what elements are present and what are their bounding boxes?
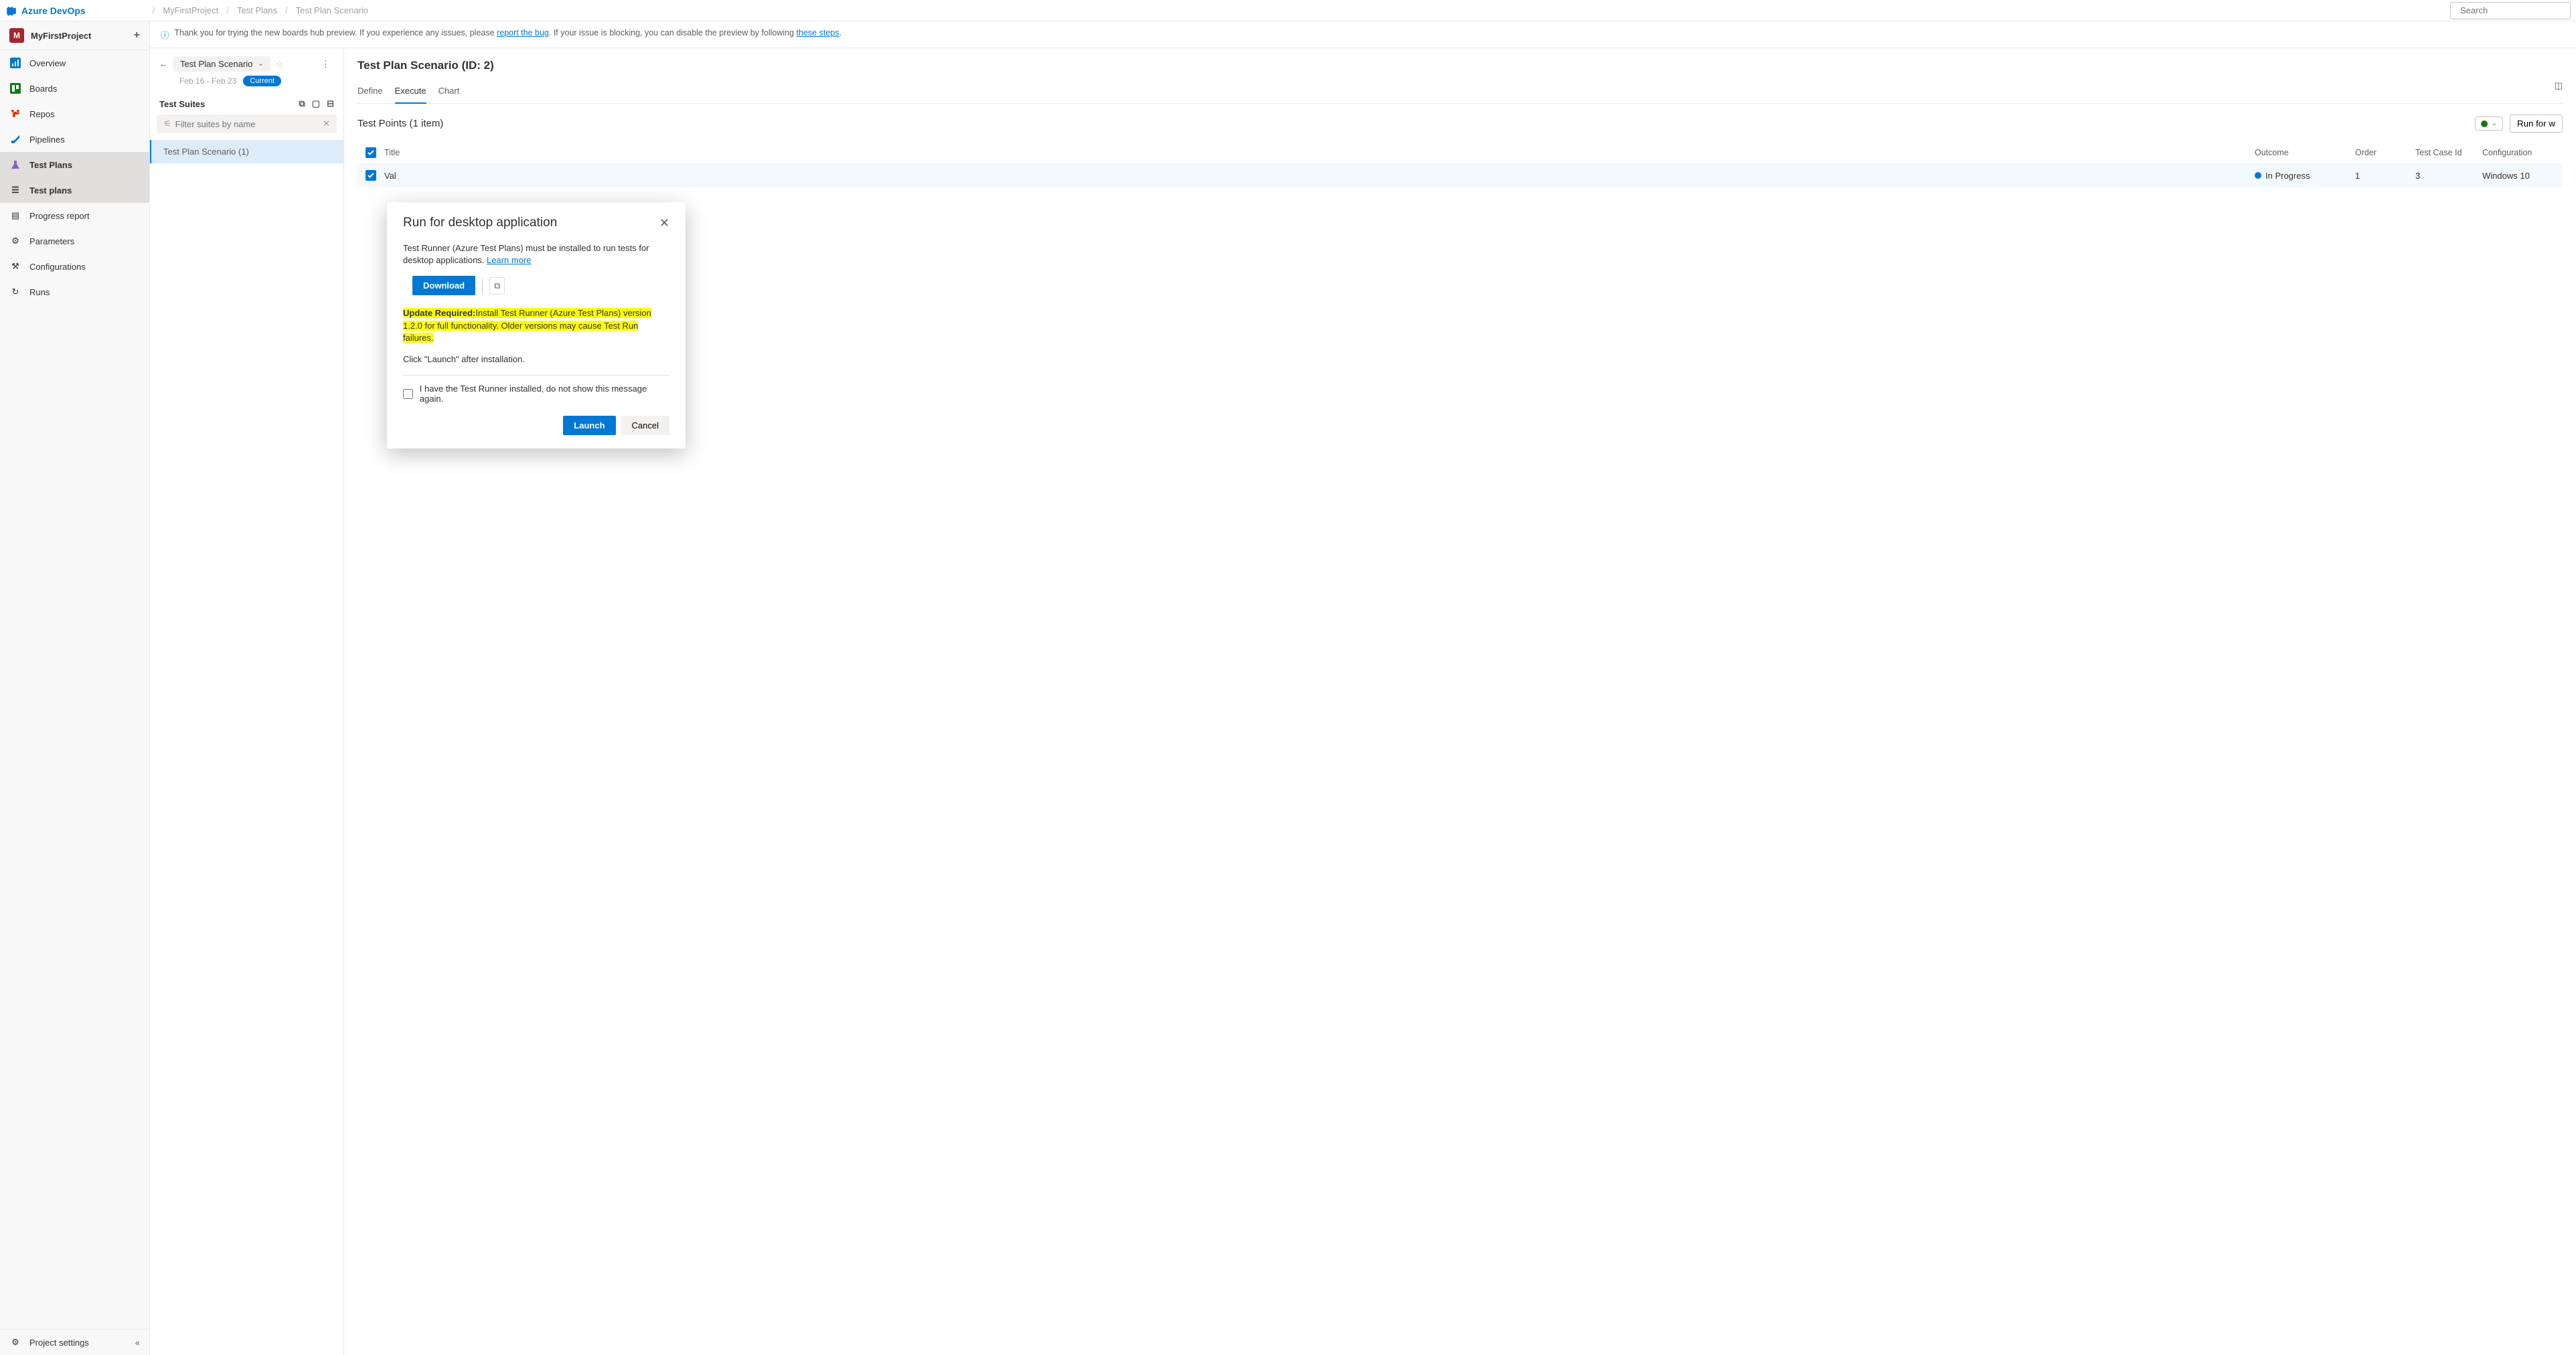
sidebar: M MyFirstProject + Overview Boards Repos… bbox=[0, 21, 150, 1355]
tab-chart[interactable]: Chart bbox=[438, 80, 460, 103]
table-header: Title Outcome Order Test Case Id Configu… bbox=[357, 142, 2563, 163]
suites-header-label: Test Suites bbox=[159, 99, 205, 109]
top-bar: Azure DevOps / MyFirstProject / Test Pla… bbox=[0, 0, 2576, 21]
row-checkbox[interactable] bbox=[366, 170, 376, 181]
current-pill: Current bbox=[243, 76, 281, 86]
add-icon[interactable]: + bbox=[134, 29, 140, 42]
filter-suites-input[interactable]: ⚟ ✕ bbox=[157, 114, 337, 133]
status-dropdown[interactable]: ⌄ bbox=[2475, 116, 2503, 131]
sidebar-item-settings[interactable]: ⚙ Project settings « bbox=[0, 1329, 149, 1355]
page-title: Test Plan Scenario (ID: 2) bbox=[357, 59, 2563, 72]
table-row[interactable]: Val In Progress 1 3 Windows 10 bbox=[357, 163, 2563, 187]
divider bbox=[403, 375, 669, 376]
cancel-button[interactable]: Cancel bbox=[621, 416, 669, 435]
learn-more-link[interactable]: Learn more bbox=[487, 255, 531, 265]
project-badge: M bbox=[9, 28, 24, 43]
report-bug-link[interactable]: report the bug bbox=[497, 28, 549, 37]
configs-icon: ⚒ bbox=[9, 260, 21, 272]
info-icon: ⓘ bbox=[161, 28, 169, 41]
suite-tool-icon[interactable]: ▢ bbox=[312, 98, 320, 109]
boards-icon bbox=[9, 82, 21, 94]
more-icon[interactable]: ⋮ bbox=[317, 58, 334, 71]
testplans-icon bbox=[9, 159, 21, 171]
sidebar-subitem-runs[interactable]: ↻ Runs bbox=[0, 279, 149, 305]
breadcrumb-project[interactable]: MyFirstProject bbox=[163, 5, 218, 15]
modal: Run for desktop application ✕ Test Runne… bbox=[387, 202, 686, 449]
suites-column: ← Test Plan Scenario ⌄ ☆ ⋮ Feb 16 - Feb … bbox=[150, 48, 344, 1355]
filter-icon: ⚟ bbox=[163, 118, 171, 129]
tab-define[interactable]: Define bbox=[357, 80, 383, 103]
project-header[interactable]: M MyFirstProject + bbox=[0, 21, 149, 50]
launch-hint-text: Click "Launch" after installation. bbox=[403, 353, 669, 366]
sidebar-subitem-configurations[interactable]: ⚒ Configurations bbox=[0, 254, 149, 279]
azure-devops-icon bbox=[5, 5, 17, 17]
breadcrumb-area[interactable]: Test Plans bbox=[237, 5, 277, 15]
chevron-down-icon: ⌄ bbox=[258, 60, 263, 68]
status-green-icon bbox=[2481, 121, 2488, 127]
suite-tool-icon[interactable]: ⧉ bbox=[299, 98, 305, 109]
chevron-down-icon: ⌄ bbox=[2492, 120, 2497, 127]
sidebar-item-boards[interactable]: Boards bbox=[0, 76, 149, 101]
select-all-checkbox[interactable] bbox=[366, 147, 376, 158]
overview-icon bbox=[9, 57, 21, 69]
collapse-icon[interactable]: « bbox=[135, 1338, 140, 1348]
modal-title: Run for desktop application bbox=[403, 216, 557, 230]
main-column: Test Plan Scenario (ID: 2) Define Execut… bbox=[344, 48, 2576, 1355]
suite-tool-icon[interactable]: ⊟ bbox=[327, 98, 334, 109]
pipelines-icon bbox=[9, 133, 21, 145]
tab-execute[interactable]: Execute bbox=[395, 80, 426, 104]
test-points-header: Test Points (1 item) bbox=[357, 118, 443, 129]
launch-button[interactable]: Launch bbox=[563, 416, 615, 435]
favorite-icon[interactable]: ☆ bbox=[276, 59, 284, 70]
list-icon: ☰ bbox=[9, 184, 21, 196]
sidebar-subitem-progress[interactable]: ▤ Progress report bbox=[0, 203, 149, 228]
repos-icon bbox=[9, 108, 21, 120]
dont-show-checkbox[interactable] bbox=[403, 389, 413, 399]
progress-icon: ▤ bbox=[9, 210, 21, 222]
project-name: MyFirstProject bbox=[31, 31, 91, 41]
sidebar-item-overview[interactable]: Overview bbox=[0, 50, 149, 76]
back-arrow-icon[interactable]: ← bbox=[159, 59, 168, 69]
run-for-button[interactable]: Run for w bbox=[2510, 114, 2563, 133]
brand-text: Azure DevOps bbox=[21, 5, 86, 16]
status-inprogress-icon bbox=[2255, 172, 2261, 179]
suite-item[interactable]: Test Plan Scenario (1) bbox=[150, 140, 343, 163]
runs-icon: ↻ bbox=[9, 286, 21, 298]
download-button[interactable]: Download bbox=[412, 276, 475, 295]
breadcrumb-item[interactable]: Test Plan Scenario bbox=[296, 5, 368, 15]
close-icon[interactable]: ✕ bbox=[659, 216, 669, 230]
plan-selector[interactable]: Test Plan Scenario ⌄ bbox=[173, 56, 270, 72]
sidebar-item-pipelines[interactable]: Pipelines bbox=[0, 127, 149, 152]
plan-dates: Feb 16 - Feb 23 bbox=[179, 76, 236, 86]
preview-banner: ⓘ Thank you for trying the new boards hu… bbox=[150, 21, 2576, 48]
disable-steps-link[interactable]: these steps bbox=[797, 28, 839, 37]
divider bbox=[482, 279, 483, 293]
search-input[interactable] bbox=[2460, 5, 2576, 15]
breadcrumb: / MyFirstProject / Test Plans / Test Pla… bbox=[153, 5, 368, 15]
brand[interactable]: Azure DevOps bbox=[5, 5, 86, 17]
sidebar-item-repos[interactable]: Repos bbox=[0, 101, 149, 127]
panel-toggle-icon[interactable]: ◫ bbox=[2555, 80, 2563, 103]
sidebar-subitem-testplans[interactable]: ☰ Test plans bbox=[0, 177, 149, 203]
clear-filter-icon[interactable]: ✕ bbox=[323, 118, 330, 129]
gear-icon: ⚙ bbox=[9, 1336, 21, 1348]
search-box[interactable] bbox=[2450, 2, 2571, 19]
params-icon: ⚙ bbox=[9, 235, 21, 247]
sidebar-item-testplans[interactable]: Test Plans bbox=[0, 152, 149, 177]
sidebar-subitem-parameters[interactable]: ⚙ Parameters bbox=[0, 228, 149, 254]
dont-show-label: I have the Test Runner installed, do not… bbox=[420, 384, 669, 404]
copy-icon[interactable]: ⧉ bbox=[489, 277, 505, 295]
